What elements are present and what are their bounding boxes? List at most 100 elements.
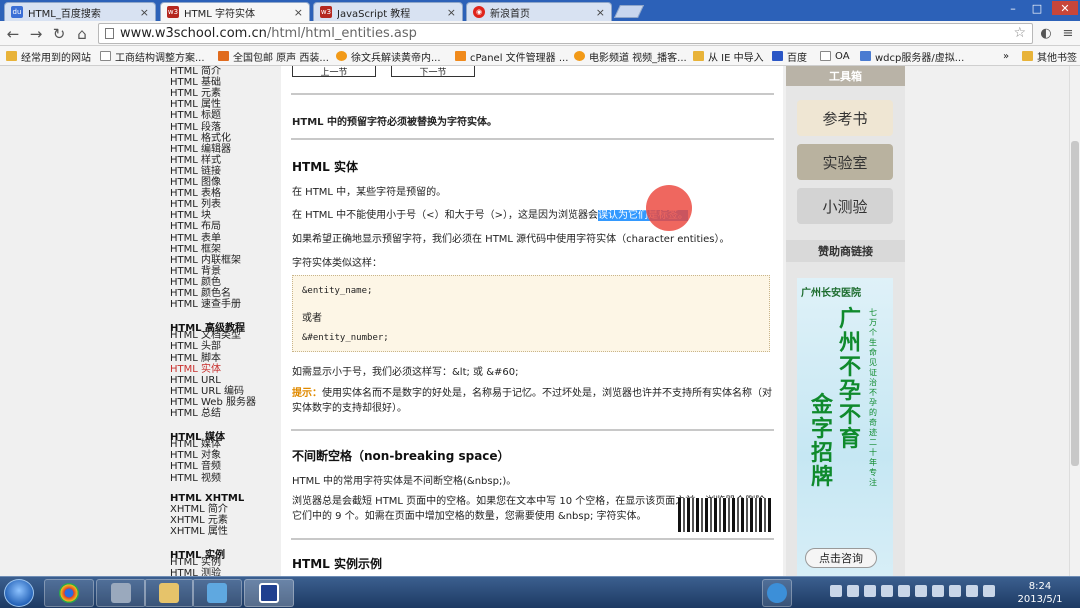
sidebar-link[interactable]: HTML 链接 [170, 166, 221, 177]
sidebar-link[interactable]: HTML 颜色名 [170, 288, 231, 299]
sidebar-link[interactable]: HTML 元素 [170, 88, 221, 99]
maximize-button[interactable]: □ [1026, 1, 1048, 15]
bookmark-item[interactable]: 电影频道 视频_播客... [574, 49, 687, 64]
sidebar-link[interactable]: HTML 脚本 [170, 353, 221, 364]
tray-icon[interactable] [830, 585, 842, 597]
taskbar-explorer[interactable] [144, 579, 194, 607]
sidebar-link[interactable]: HTML 文档类型 [170, 330, 241, 341]
extension-icon[interactable]: ◐ [1036, 24, 1056, 43]
sidebar-link[interactable]: HTML 格式化 [170, 133, 231, 144]
tray-icon[interactable] [932, 585, 944, 597]
sidebar-link[interactable]: HTML 表单 [170, 233, 221, 244]
taskbar-clock[interactable]: 8:24 2013/5/1 [1010, 580, 1070, 606]
sidebar-link[interactable]: HTML Web 服务器 [170, 397, 256, 408]
sidebar-link[interactable]: XHTML 简介 [170, 504, 228, 515]
bookmark-item[interactable]: OA [820, 49, 850, 63]
sidebar-link[interactable]: XHTML 元素 [170, 515, 228, 526]
sidebar-link[interactable]: HTML 速查手册 [170, 299, 241, 310]
tray-icon[interactable] [915, 585, 927, 597]
previous-section-button[interactable]: 上一节 [292, 66, 376, 78]
bookmark-item[interactable]: 徐文兵解读黄帝内... [336, 49, 441, 64]
sidebar-link[interactable]: XHTML 属性 [170, 526, 228, 537]
sidebar-link[interactable]: HTML 总结 [170, 408, 221, 419]
volume-icon[interactable] [898, 585, 910, 597]
close-tab-icon[interactable]: × [447, 6, 456, 19]
bookmark-folder-ie-import[interactable]: 从 IE 中导入 [693, 49, 764, 64]
forward-button[interactable]: → [26, 24, 46, 43]
w3school-favicon-icon: w3 [167, 6, 179, 18]
sidebar-link[interactable]: HTML 实例 [170, 557, 221, 568]
bookmark-folder-frequent[interactable]: 经常用到的网站 [6, 49, 91, 64]
sidebar-link[interactable]: HTML 头部 [170, 341, 221, 352]
sidebar-link[interactable]: HTML 图像 [170, 177, 221, 188]
bookmark-label: OA [835, 50, 850, 62]
bookmark-star-icon[interactable]: ☆ [1013, 25, 1026, 41]
taskbar-tray-app[interactable] [762, 579, 792, 607]
bookmarks-overflow-chevron[interactable]: » [1003, 49, 1009, 63]
new-tab-button[interactable] [613, 5, 645, 18]
menu-wrench-icon[interactable]: ≡ [1058, 24, 1078, 43]
bookmark-item[interactable]: cPanel 文件管理器 ... [455, 49, 568, 64]
sidebar-link[interactable]: HTML 对象 [170, 450, 221, 461]
sidebar-link[interactable]: HTML 表格 [170, 188, 221, 199]
sidebar-link[interactable]: HTML URL [170, 375, 221, 386]
home-button[interactable]: ⌂ [72, 24, 92, 43]
close-window-button[interactable]: ✕ [1052, 1, 1078, 15]
taskbar-recorder[interactable] [244, 579, 294, 607]
sidebar-link[interactable]: HTML 编辑器 [170, 144, 231, 155]
taskbar-app[interactable] [192, 579, 242, 607]
back-button[interactable]: ← [3, 24, 23, 43]
taskbar-chrome[interactable] [44, 579, 94, 607]
sidebar-link[interactable]: HTML 块 [170, 210, 211, 221]
scrollbar-thumb[interactable] [1071, 141, 1079, 466]
close-tab-icon[interactable]: × [596, 6, 605, 19]
start-button[interactable] [4, 579, 34, 607]
sidebar-link[interactable]: HTML 颜色 [170, 277, 221, 288]
bookmark-item[interactable]: 全国包邮 原声 西装... [218, 49, 329, 64]
tray-icon[interactable] [949, 585, 961, 597]
tray-icon[interactable] [847, 585, 859, 597]
sidebar-link[interactable]: HTML 音频 [170, 461, 221, 472]
sidebar-link[interactable]: HTML 背景 [170, 266, 221, 277]
sidebar-link[interactable]: HTML 媒体 [170, 439, 221, 450]
sidebar-link[interactable]: HTML 基础 [170, 77, 221, 88]
taskbar-media[interactable] [96, 579, 146, 607]
vertical-scrollbar[interactable] [1069, 66, 1080, 576]
quiz-button[interactable]: 小测验 [797, 188, 893, 224]
advertisement-banner[interactable]: 广州长安医院 广州不孕不育 金字招牌 七万个生命见证治不孕的奇迹二十年专注 点击… [797, 278, 893, 576]
tab-html-entities[interactable]: w3 HTML 字符实体 × [160, 2, 310, 21]
sidebar-link[interactable]: HTML 测验 [170, 568, 221, 576]
bookmark-item[interactable]: wdcp服务器/虚拟... [860, 49, 964, 64]
tab-sina[interactable]: ◉ 新浪首页 × [466, 2, 612, 21]
address-bar[interactable]: www.w3school.com.cn/html/html_entities.a… [98, 23, 1033, 44]
sidebar-link[interactable]: HTML 视频 [170, 473, 221, 484]
tab-baidu[interactable]: du HTML_百度搜索 × [4, 2, 156, 21]
sidebar-link[interactable]: HTML 段落 [170, 122, 221, 133]
bookmark-folder-other[interactable]: 其他书签 [1022, 49, 1077, 64]
close-tab-icon[interactable]: × [294, 6, 303, 19]
tab-javascript[interactable]: w3 JavaScript 教程 × [313, 2, 463, 21]
sidebar-link[interactable]: HTML 布局 [170, 221, 221, 232]
next-section-button[interactable]: 下一节 [391, 66, 475, 78]
network-icon[interactable] [966, 585, 978, 597]
bookmark-item[interactable]: 工商结构调整方案... [100, 49, 205, 64]
sidebar-link[interactable]: HTML 实体 [170, 364, 221, 375]
tray-icon[interactable] [881, 585, 893, 597]
sidebar-link[interactable]: HTML 标题 [170, 110, 221, 121]
sidebar-link[interactable]: HTML URL 编码 [170, 386, 244, 397]
help-icon[interactable] [864, 585, 876, 597]
minimize-button[interactable]: – [1002, 1, 1024, 15]
sidebar-link[interactable]: HTML 框架 [170, 244, 221, 255]
lab-button[interactable]: 实验室 [797, 144, 893, 180]
tray-icon[interactable] [983, 585, 995, 597]
bookmark-item[interactable]: 百度 [772, 49, 807, 64]
ad-consult-button[interactable]: 点击咨询 [805, 548, 877, 568]
sidebar-link[interactable]: HTML 列表 [170, 199, 221, 210]
sidebar-link[interactable]: HTML 简介 [170, 66, 221, 77]
sidebar-link[interactable]: HTML 属性 [170, 99, 221, 110]
reload-button[interactable]: ↻ [49, 24, 69, 43]
reference-button[interactable]: 参考书 [797, 100, 893, 136]
close-tab-icon[interactable]: × [140, 6, 149, 19]
sidebar-link[interactable]: HTML 内联框架 [170, 255, 241, 266]
sidebar-link[interactable]: HTML 样式 [170, 155, 221, 166]
